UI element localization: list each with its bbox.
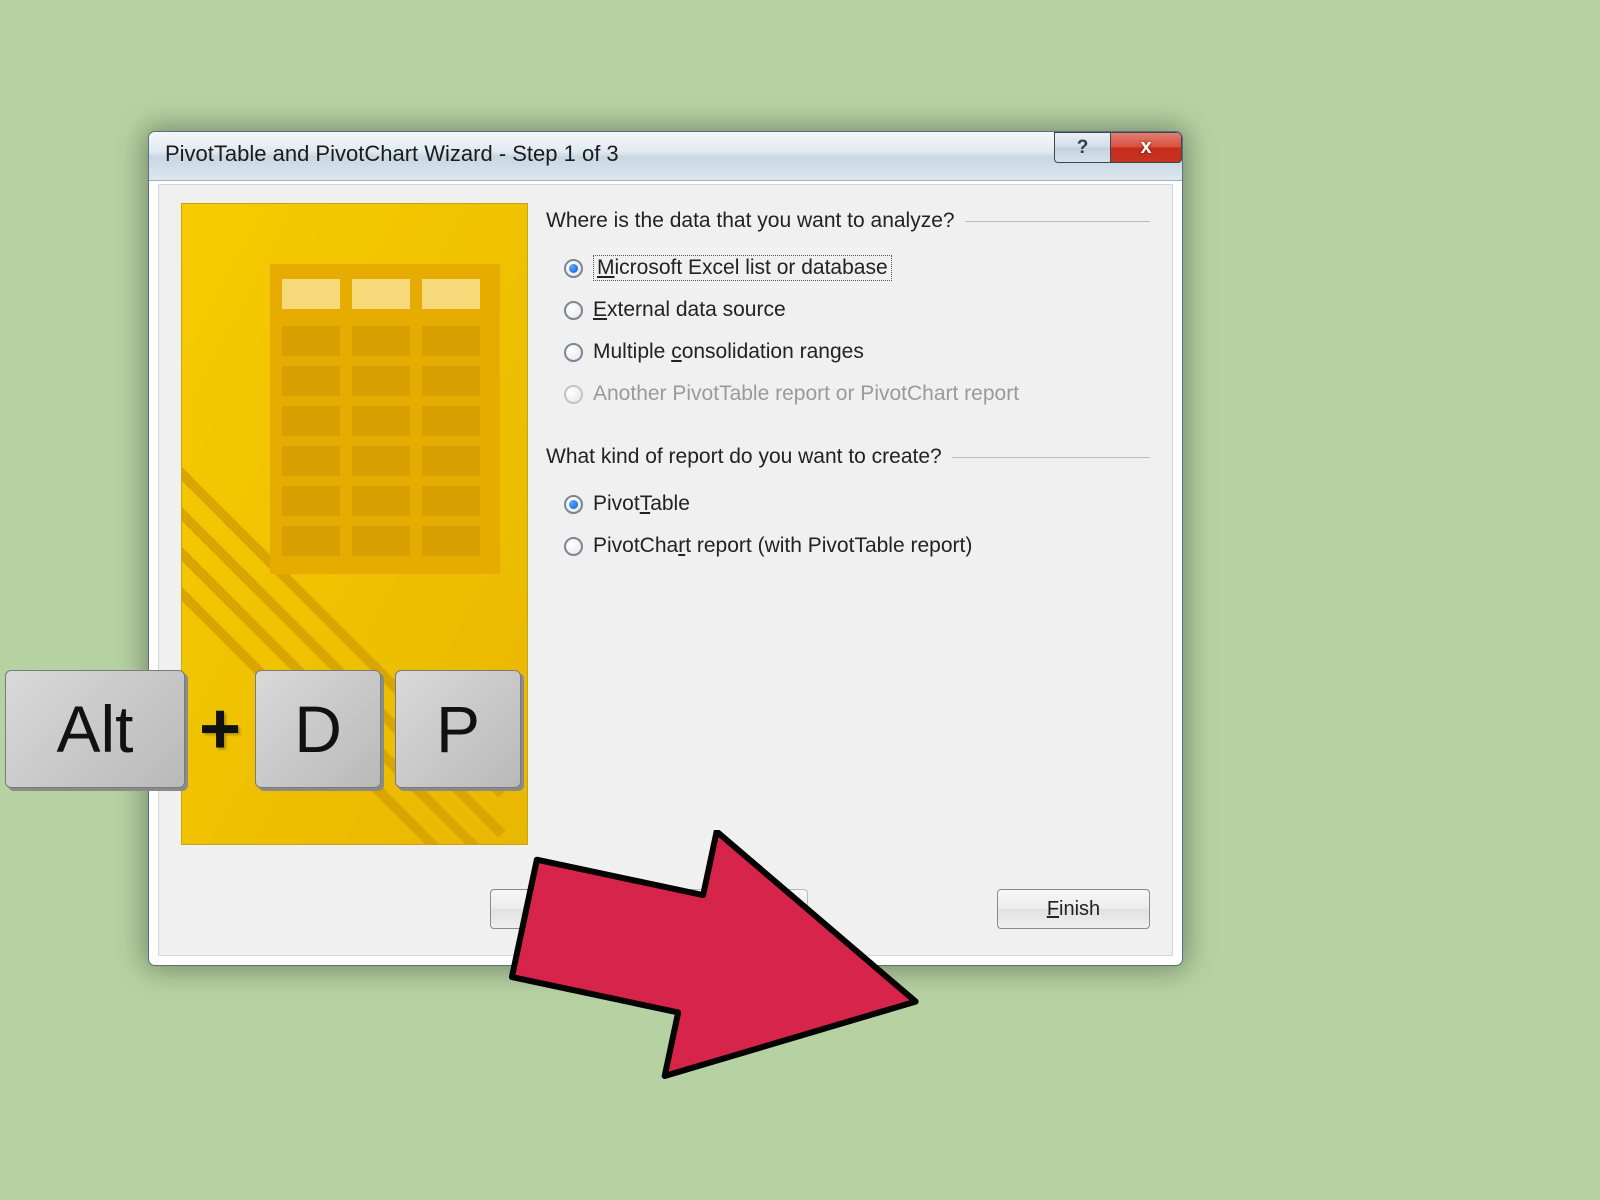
dialog-title: PivotTable and PivotChart Wizard - Step … <box>165 141 619 167</box>
key-p: P <box>395 670 521 788</box>
titlebar: PivotTable and PivotChart Wizard - Step … <box>149 132 1182 181</box>
back-button: < Back <box>655 889 808 929</box>
options-panel: Where is the data that you want to analy… <box>546 203 1150 875</box>
group2-label: What kind of report do you want to creat… <box>546 445 1150 469</box>
radio-excel-list-label: Microsoft Excel list or database <box>593 255 892 281</box>
finish-button[interactable]: Finish <box>997 889 1150 929</box>
radio-multiple-ranges[interactable]: Multiple consolidation ranges <box>564 331 1150 373</box>
cancel-button[interactable]: Cancel <box>490 889 643 929</box>
dialog-footer: Cancel < Back Finish <box>159 875 1172 955</box>
radio-pivotchart[interactable]: PivotChart report (with PivotTable repor… <box>564 525 1150 567</box>
radio-icon <box>564 301 583 320</box>
radio-external-data-label: External data source <box>593 298 786 322</box>
close-button[interactable]: x <box>1110 132 1182 163</box>
radio-icon <box>564 259 583 278</box>
radio-icon <box>564 495 583 514</box>
keyboard-shortcut-overlay: Alt + D P <box>0 670 521 788</box>
dialog-client-area: Where is the data that you want to analy… <box>158 184 1173 956</box>
group2-options: PivotTable PivotChart report (with Pivot… <box>564 483 1150 567</box>
key-d: D <box>255 670 381 788</box>
radio-icon <box>564 343 583 362</box>
plus-icon: + <box>199 688 241 770</box>
wizard-dialog: PivotTable and PivotChart Wizard - Step … <box>148 131 1183 966</box>
radio-external-data[interactable]: External data source <box>564 289 1150 331</box>
help-button[interactable]: ? <box>1054 132 1110 163</box>
radio-multiple-ranges-label: Multiple consolidation ranges <box>593 340 864 364</box>
key-alt: Alt <box>5 670 185 788</box>
group1-options: Microsoft Excel list or database Externa… <box>564 247 1150 415</box>
radio-pivottable-label: PivotTable <box>593 492 690 516</box>
radio-icon <box>564 537 583 556</box>
radio-pivottable[interactable]: PivotTable <box>564 483 1150 525</box>
radio-pivotchart-label: PivotChart report (with PivotTable repor… <box>593 534 972 558</box>
radio-another-pivot: Another PivotTable report or PivotChart … <box>564 373 1150 415</box>
radio-icon <box>564 385 583 404</box>
close-icon: x <box>1140 136 1151 159</box>
radio-excel-list[interactable]: Microsoft Excel list or database <box>564 247 1150 289</box>
group1-label: Where is the data that you want to analy… <box>546 209 1150 233</box>
titlebar-buttons: ? x <box>1054 132 1182 166</box>
help-icon: ? <box>1077 137 1089 159</box>
radio-another-pivot-label: Another PivotTable report or PivotChart … <box>593 382 1019 406</box>
